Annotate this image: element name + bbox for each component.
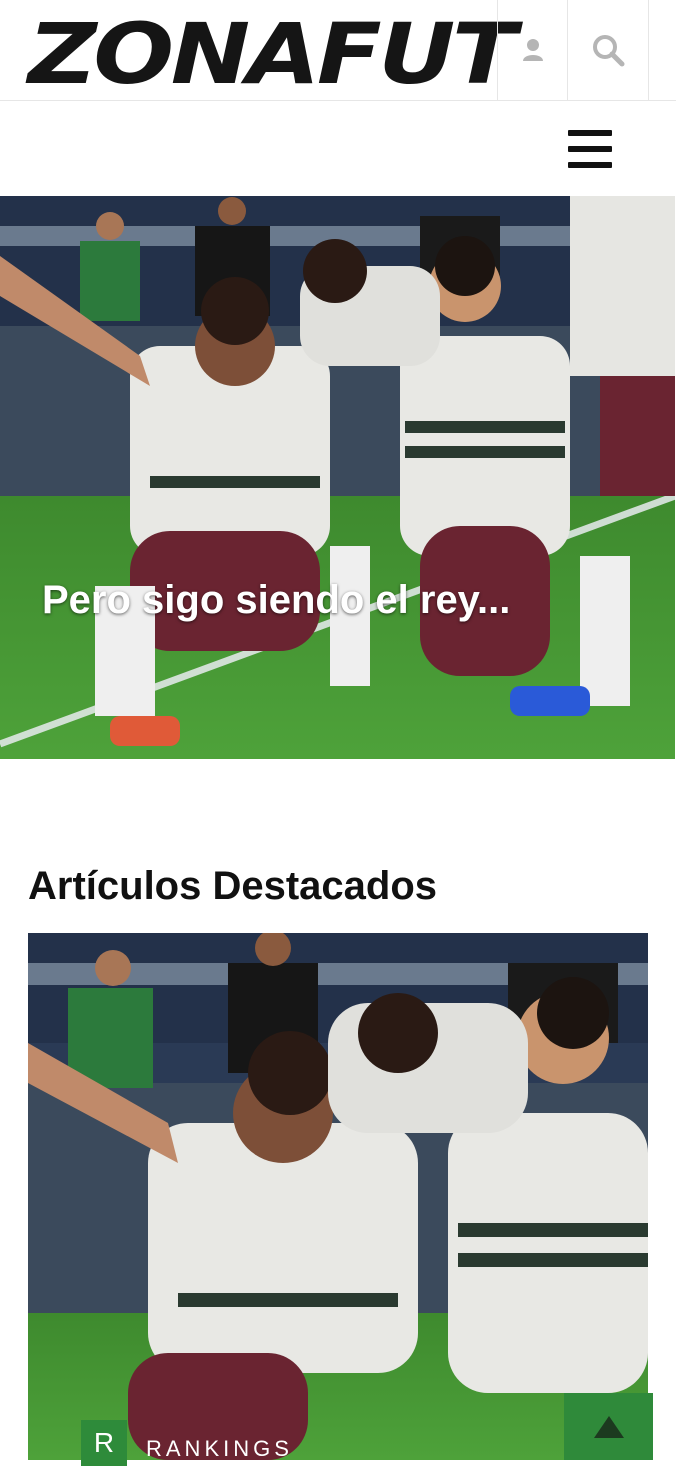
hero-photo (0, 196, 675, 759)
search-button[interactable] (567, 0, 649, 100)
hero-banner[interactable]: Pero sigo siendo el rey... (0, 196, 675, 759)
featured-article-card[interactable] (28, 933, 648, 1460)
section-heading: Artículos Destacados (28, 864, 438, 908)
top-header: ZONAFUT (0, 0, 676, 101)
article-photo (28, 933, 648, 1460)
account-button[interactable] (497, 0, 568, 100)
scroll-to-top-button[interactable] (564, 1393, 653, 1460)
triangle-up-icon (593, 1415, 624, 1438)
category-badge: R (81, 1420, 127, 1466)
site-logo[interactable]: ZONAFUT (28, 8, 517, 100)
menu-icon[interactable] (566, 130, 614, 170)
category-label[interactable]: RANKINGS (146, 1436, 293, 1462)
user-icon (523, 39, 543, 61)
hero-title[interactable]: Pero sigo siendo el rey... (42, 578, 510, 623)
logo-text: ZONAFUT (28, 5, 517, 103)
search-icon (593, 35, 625, 67)
